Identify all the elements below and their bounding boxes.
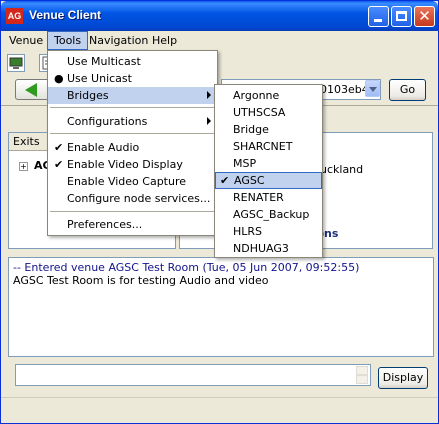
submenu-arrow-icon <box>207 117 211 125</box>
bridge-label: Bridge <box>233 123 269 136</box>
bridge-label: MSP <box>233 157 257 170</box>
menu-item-enable-audio[interactable]: ✔ Enable Audio <box>48 139 217 156</box>
minimize-button[interactable] <box>368 6 389 27</box>
menu-item-label: Preferences... <box>67 218 143 231</box>
menu-venue[interactable]: Venue <box>3 31 49 50</box>
bridge-label: RENATER <box>233 191 284 204</box>
checkmark-icon: ✔ <box>54 141 64 154</box>
menu-item-configure-node-services[interactable]: Configure node services... <box>48 190 217 207</box>
bridge-item-bridge[interactable]: Bridge <box>215 121 322 138</box>
checkmark-icon: ✔ <box>54 158 64 171</box>
input-scrollbar[interactable] <box>356 366 368 384</box>
menu-item-bridges[interactable]: Bridges <box>48 87 217 104</box>
bridge-label: SHARCNET <box>233 140 293 153</box>
scroll-up-icon[interactable] <box>356 366 368 375</box>
menu-item-use-multicast[interactable]: Use Multicast <box>48 53 217 70</box>
scroll-down-icon[interactable] <box>356 375 368 384</box>
checkmark-icon: ✔ <box>220 174 230 187</box>
menu-item-label: Use Unicast <box>67 72 132 85</box>
bridge-label: HLRS <box>233 225 263 238</box>
bridge-item-argonne[interactable]: Argonne <box>215 87 322 104</box>
bridge-label: UTHSCSA <box>233 106 286 119</box>
log-entry-description: AGSC Test Room is for testing Audio and … <box>13 274 269 287</box>
menu-item-label: Configure node services... <box>67 192 211 205</box>
maximize-icon <box>396 11 407 21</box>
menu-item-use-unicast[interactable]: ● Use Unicast <box>48 70 217 87</box>
back-arrow-icon <box>25 83 37 97</box>
go-button[interactable]: Go <box>389 79 426 101</box>
app-logo-icon: AG <box>6 8 23 24</box>
maximize-button[interactable] <box>391 6 412 27</box>
bridges-submenu: Argonne UTHSCSA Bridge SHARCNET MSP ✔ AG… <box>214 84 323 258</box>
node-config-icon[interactable] <box>7 54 25 72</box>
title-bar[interactable]: AG Venue Client ✕ <box>1 1 438 31</box>
menu-item-enable-video-capture[interactable]: Enable Video Capture <box>48 173 217 190</box>
close-icon: ✕ <box>418 7 431 25</box>
bridge-item-renater[interactable]: RENATER <box>215 189 322 206</box>
menu-item-label: Bridges <box>67 89 109 102</box>
bridge-label: AGSC_Backup <box>233 208 310 221</box>
venue-client-window: AG Venue Client ✕ Venue Tools Navigation… <box>0 0 439 424</box>
chat-log[interactable]: -- Entered venue AGSC Test Room (Tue, 05… <box>8 257 434 357</box>
bridge-item-msp[interactable]: MSP <box>215 155 322 172</box>
menu-item-configurations[interactable]: Configurations <box>48 113 217 130</box>
window-title: Venue Client <box>29 8 102 22</box>
menu-tools[interactable]: Tools <box>47 31 89 50</box>
menu-item-label: Enable Video Capture <box>67 175 187 188</box>
menu-item-label: Configurations <box>67 115 148 128</box>
bridge-item-uthscsa[interactable]: UTHSCSA <box>215 104 322 121</box>
radio-dot-icon: ● <box>54 72 64 85</box>
menu-item-label: Enable Video Display <box>67 158 183 171</box>
menu-item-label: Use Multicast <box>67 55 141 68</box>
menu-separator <box>50 133 215 134</box>
expand-icon[interactable]: + <box>19 162 28 171</box>
log-entry-venue-entered: -- Entered venue AGSC Test Room (Tue, 05… <box>13 261 360 274</box>
back-button[interactable] <box>15 79 51 100</box>
bridge-item-sharcnet[interactable]: SHARCNET <box>215 138 322 155</box>
bridge-item-agsc[interactable]: ✔ AGSC <box>215 172 322 189</box>
participant-text: uckland <box>320 163 364 176</box>
status-bar <box>1 397 438 423</box>
menu-item-preferences[interactable]: Preferences... <box>48 216 217 233</box>
url-dropdown-button[interactable] <box>365 80 380 97</box>
bridge-item-ndhuag3[interactable]: NDHUAG3 <box>215 240 322 257</box>
close-button[interactable]: ✕ <box>414 6 435 27</box>
submenu-arrow-icon <box>207 91 211 99</box>
bridge-label: NDHUAG3 <box>233 242 289 255</box>
menu-separator <box>50 211 215 212</box>
menu-help[interactable]: Help <box>146 31 183 50</box>
bridge-label: AGSC <box>234 174 265 187</box>
display-button[interactable]: Display <box>378 367 428 389</box>
chat-input[interactable] <box>15 364 371 386</box>
minimize-icon <box>374 19 382 22</box>
menu-item-enable-video-display[interactable]: ✔ Enable Video Display <box>48 156 217 173</box>
menu-bar: Venue Tools Navigation Help <box>1 31 438 50</box>
menu-navigation[interactable]: Navigation <box>83 31 154 50</box>
bridge-item-agsc-backup[interactable]: AGSC_Backup <box>215 206 322 223</box>
bridge-item-hlrs[interactable]: HLRS <box>215 223 322 240</box>
bridge-label: Argonne <box>233 89 280 102</box>
computer-icon <box>9 57 23 69</box>
tools-menu: Use Multicast ● Use Unicast Bridges Conf… <box>47 50 218 236</box>
menu-item-label: Enable Audio <box>67 141 140 154</box>
menu-separator <box>50 107 215 108</box>
